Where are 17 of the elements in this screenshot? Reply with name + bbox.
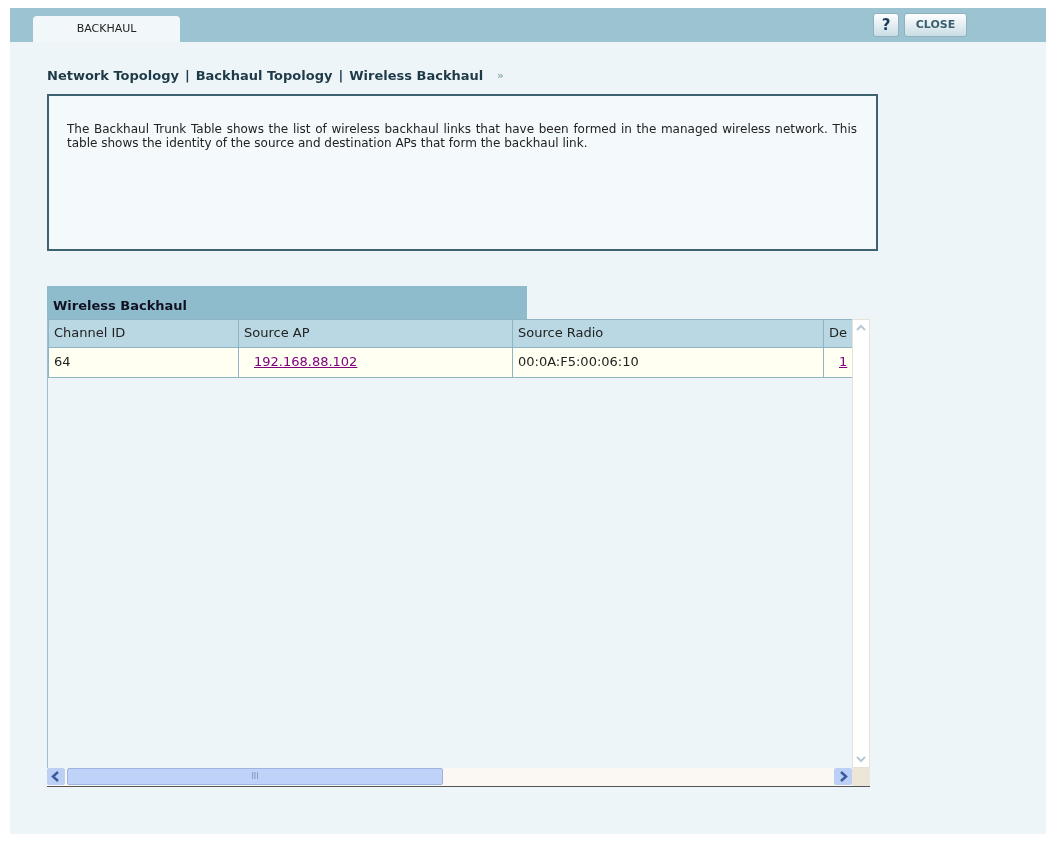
column-header: Channel ID — [48, 319, 239, 347]
breadcrumb-separator: | — [338, 67, 344, 85]
column-header: Source AP — [238, 319, 513, 347]
breadcrumb-link[interactable]: Wireless Backhaul — [349, 66, 484, 86]
help-button[interactable]: ? — [873, 13, 899, 37]
table-title: Wireless Backhaul — [47, 285, 527, 319]
breadcrumb-link[interactable]: Backhaul Topology — [195, 66, 333, 86]
ip-link[interactable]: 1 — [839, 354, 848, 370]
column-header: Source Radio — [512, 319, 824, 347]
table-cell: 00:0A:F5:00:06:10 — [512, 347, 824, 377]
breadcrumb-link[interactable]: Network Topology — [47, 66, 179, 86]
vertical-scrollbar[interactable] — [852, 318, 870, 768]
table-cell: 64 — [48, 347, 239, 377]
tab[interactable]: BACKHAUL — [33, 16, 180, 42]
close-button[interactable]: CLOSE — [904, 13, 967, 37]
breadcrumb-separator: | — [184, 67, 190, 85]
description-text: The Backhaul Trunk Table shows the list of wireless backhaul links that have been formed in the managed wireless network. This table shows the identity of the source and destination APs that form the backhaul link. — [67, 121, 857, 150]
